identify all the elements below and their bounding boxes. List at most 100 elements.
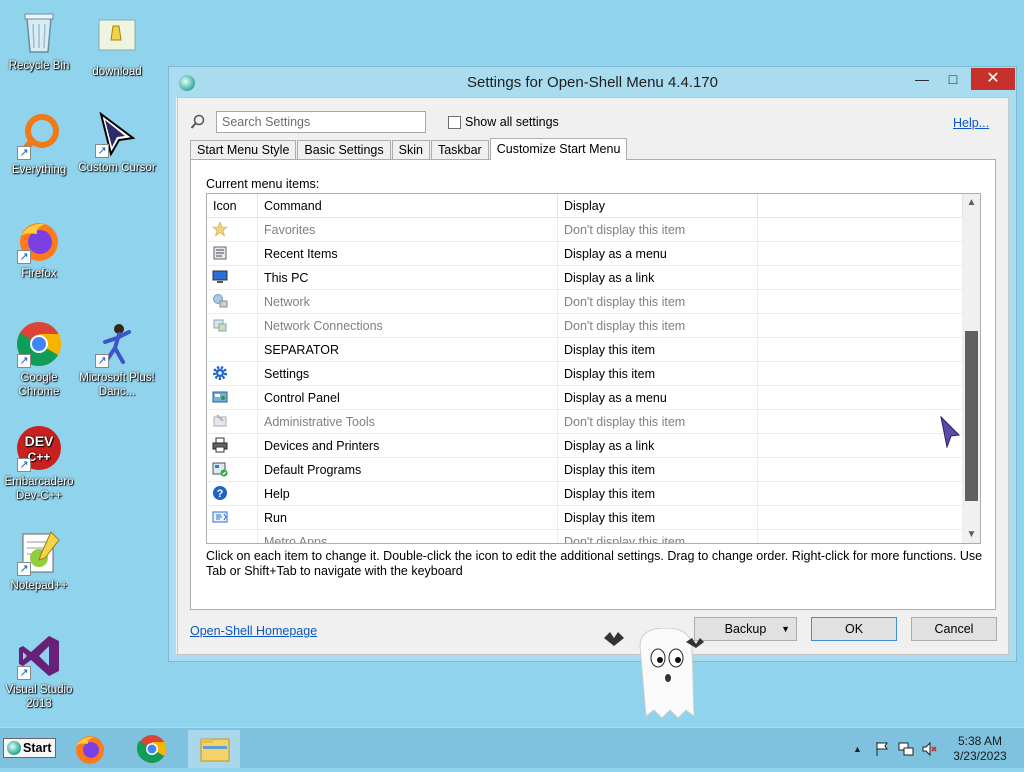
shortcut-arrow-icon: ↗ <box>17 562 31 576</box>
item-display[interactable]: Display as a link <box>558 266 758 289</box>
scroll-thumb[interactable] <box>965 331 978 501</box>
list-item[interactable]: Devices and Printers Display as a link <box>207 434 980 458</box>
desktop-icon-download[interactable]: download <box>78 14 156 79</box>
tab-customize-start-menu[interactable]: Customize Start Menu <box>489 138 628 160</box>
mouse-cursor-icon <box>940 415 961 449</box>
tab-taskbar[interactable]: Taskbar <box>430 140 489 160</box>
show-all-settings-checkbox[interactable]: Show all settings <box>448 115 559 129</box>
item-display[interactable]: Display this item <box>558 482 758 505</box>
desktop-icon-dev-cpp[interactable]: DEV C++ ↗ Embarcadero Dev-C++ <box>0 424 78 503</box>
start-button[interactable]: Start <box>3 738 56 758</box>
computer-icon <box>212 270 228 283</box>
ghost-desktop-pet <box>600 627 710 723</box>
item-display[interactable]: Display this item <box>558 458 758 481</box>
list-item[interactable]: Control Panel Display as a menu <box>207 386 980 410</box>
list-item[interactable]: Metro Apps Don't display this item <box>207 530 980 543</box>
ok-button[interactable]: OK <box>811 617 897 641</box>
window-title: Settings for Open-Shell Menu 4.4.170 <box>467 74 718 91</box>
taskbar-firefox[interactable] <box>64 730 116 768</box>
search-icon <box>190 114 206 130</box>
item-command: This PC <box>258 266 558 289</box>
item-display[interactable]: Don't display this item <box>558 410 758 433</box>
item-display[interactable]: Don't display this item <box>558 290 758 313</box>
maximize-button[interactable]: □ <box>939 68 967 90</box>
settings-window: Settings for Open-Shell Menu 4.4.170 — □… <box>168 66 1017 662</box>
list-item[interactable]: Network Connections Don't display this i… <box>207 314 980 338</box>
folder-icon <box>200 738 230 762</box>
tab-basic-settings[interactable]: Basic Settings <box>297 140 391 160</box>
list-item[interactable]: Administrative Tools Don't display this … <box>207 410 980 434</box>
desktop-icon-label: Visual Studio 2013 <box>5 684 73 710</box>
desktop-icon-visual-studio[interactable]: ↗ Visual Studio 2013 <box>0 632 78 711</box>
chrome-icon <box>136 735 167 763</box>
tab-skin[interactable]: Skin <box>391 140 430 160</box>
backup-button-label: Backup <box>724 622 767 636</box>
tab-start-menu-style[interactable]: Start Menu Style <box>190 140 297 160</box>
cursor-arrow-icon: ↗ <box>93 110 141 158</box>
list-item[interactable]: Default Programs Display this item <box>207 458 980 482</box>
svg-text:?: ? <box>217 488 224 500</box>
item-display[interactable]: Display this item <box>558 506 758 529</box>
item-display[interactable]: Don't display this item <box>558 314 758 337</box>
desktop-icon-label: download <box>92 66 142 78</box>
item-display[interactable]: Display as a menu <box>558 386 758 409</box>
action-center-flag-icon[interactable] <box>874 741 890 760</box>
taskbar-file-explorer[interactable] <box>188 730 240 768</box>
column-header-empty <box>758 194 963 217</box>
help-link[interactable]: Help... <box>953 116 989 130</box>
list-item[interactable]: Favorites Don't display this item <box>207 218 980 242</box>
clock-time: 5:38 AM <box>957 734 1003 748</box>
volume-muted-icon[interactable] <box>922 741 938 760</box>
list-scrollbar[interactable]: ▲ ▼ <box>963 194 980 543</box>
minimize-icon: — <box>915 71 929 87</box>
desktop-icon-notepad-plus-plus[interactable]: ↗ Notepad++ <box>0 528 78 593</box>
current-menu-items-label: Current menu items: <box>206 177 320 191</box>
column-header-icon[interactable]: Icon <box>207 194 258 217</box>
list-item[interactable]: Recent Items Display as a menu <box>207 242 980 266</box>
item-display[interactable]: Don't display this item <box>558 218 758 241</box>
column-header-display[interactable]: Display <box>558 194 758 217</box>
list-item[interactable]: This PC Display as a link <box>207 266 980 290</box>
chrome-icon: ↗ <box>15 320 63 368</box>
column-header-command[interactable]: Command <box>258 194 558 217</box>
desktop-icon-microsoft-plus-dancer[interactable]: ↗ Microsoft Plus! Danc... <box>78 320 156 399</box>
item-display[interactable]: Display this item <box>558 338 758 361</box>
item-display[interactable]: Display as a menu <box>558 242 758 265</box>
shortcut-arrow-icon: ↗ <box>17 250 31 264</box>
list-item[interactable]: ? Help Display this item <box>207 482 980 506</box>
list-item[interactable]: Settings Display this item <box>207 362 980 386</box>
maximize-icon: □ <box>948 71 958 87</box>
list-item[interactable]: Network Don't display this item <box>207 290 980 314</box>
desktop-icon-google-chrome[interactable]: ↗ Google Chrome <box>0 320 78 399</box>
desktop-icon-firefox[interactable]: ↗ Firefox <box>0 216 78 281</box>
list-item[interactable]: Run Display this item <box>207 506 980 530</box>
desktop-icon-everything[interactable]: ↗ Everything <box>0 112 78 177</box>
checkbox-box[interactable] <box>448 115 461 129</box>
menu-items-list[interactable]: Icon Command Display Favorites Don't dis… <box>206 193 981 544</box>
window-titlebar[interactable]: Settings for Open-Shell Menu 4.4.170 — □… <box>169 67 1016 97</box>
cancel-button[interactable]: Cancel <box>911 617 997 641</box>
list-item[interactable]: SEPARATOR Display this item <box>207 338 980 362</box>
desktop-icon-custom-cursor[interactable]: ↗ Custom Cursor <box>78 110 156 175</box>
scroll-up-button[interactable]: ▲ <box>963 194 980 211</box>
desktop-icon-label: Google Chrome <box>18 372 60 398</box>
item-display[interactable]: Don't display this item <box>558 530 758 543</box>
network-tray-icon[interactable] <box>898 741 914 760</box>
minimize-button[interactable]: — <box>907 68 937 90</box>
taskbar-clock[interactable]: 5:38 AM 3/23/2023 <box>945 734 1015 764</box>
taskbar-chrome[interactable] <box>126 730 178 768</box>
scroll-down-button[interactable]: ▼ <box>963 526 980 543</box>
open-shell-homepage-link[interactable]: Open-Shell Homepage <box>190 624 317 638</box>
desktop-icon-recycle-bin[interactable]: Recycle Bin <box>0 8 78 73</box>
item-display[interactable]: Display this item <box>558 362 758 385</box>
item-display[interactable]: Display as a link <box>558 434 758 457</box>
search-input[interactable] <box>216 111 426 133</box>
close-button[interactable]: ✕ <box>971 68 1015 90</box>
show-hidden-icons-button[interactable]: ▲ <box>853 744 862 754</box>
start-orb-icon <box>7 741 21 755</box>
item-command: Default Programs <box>258 458 558 481</box>
dropdown-arrow-icon: ▼ <box>781 624 790 634</box>
desktop-icon-label: Everything <box>11 164 67 176</box>
item-command: Control Panel <box>258 386 558 409</box>
desktop-icon-label: Microsoft Plus! Danc... <box>79 372 155 398</box>
